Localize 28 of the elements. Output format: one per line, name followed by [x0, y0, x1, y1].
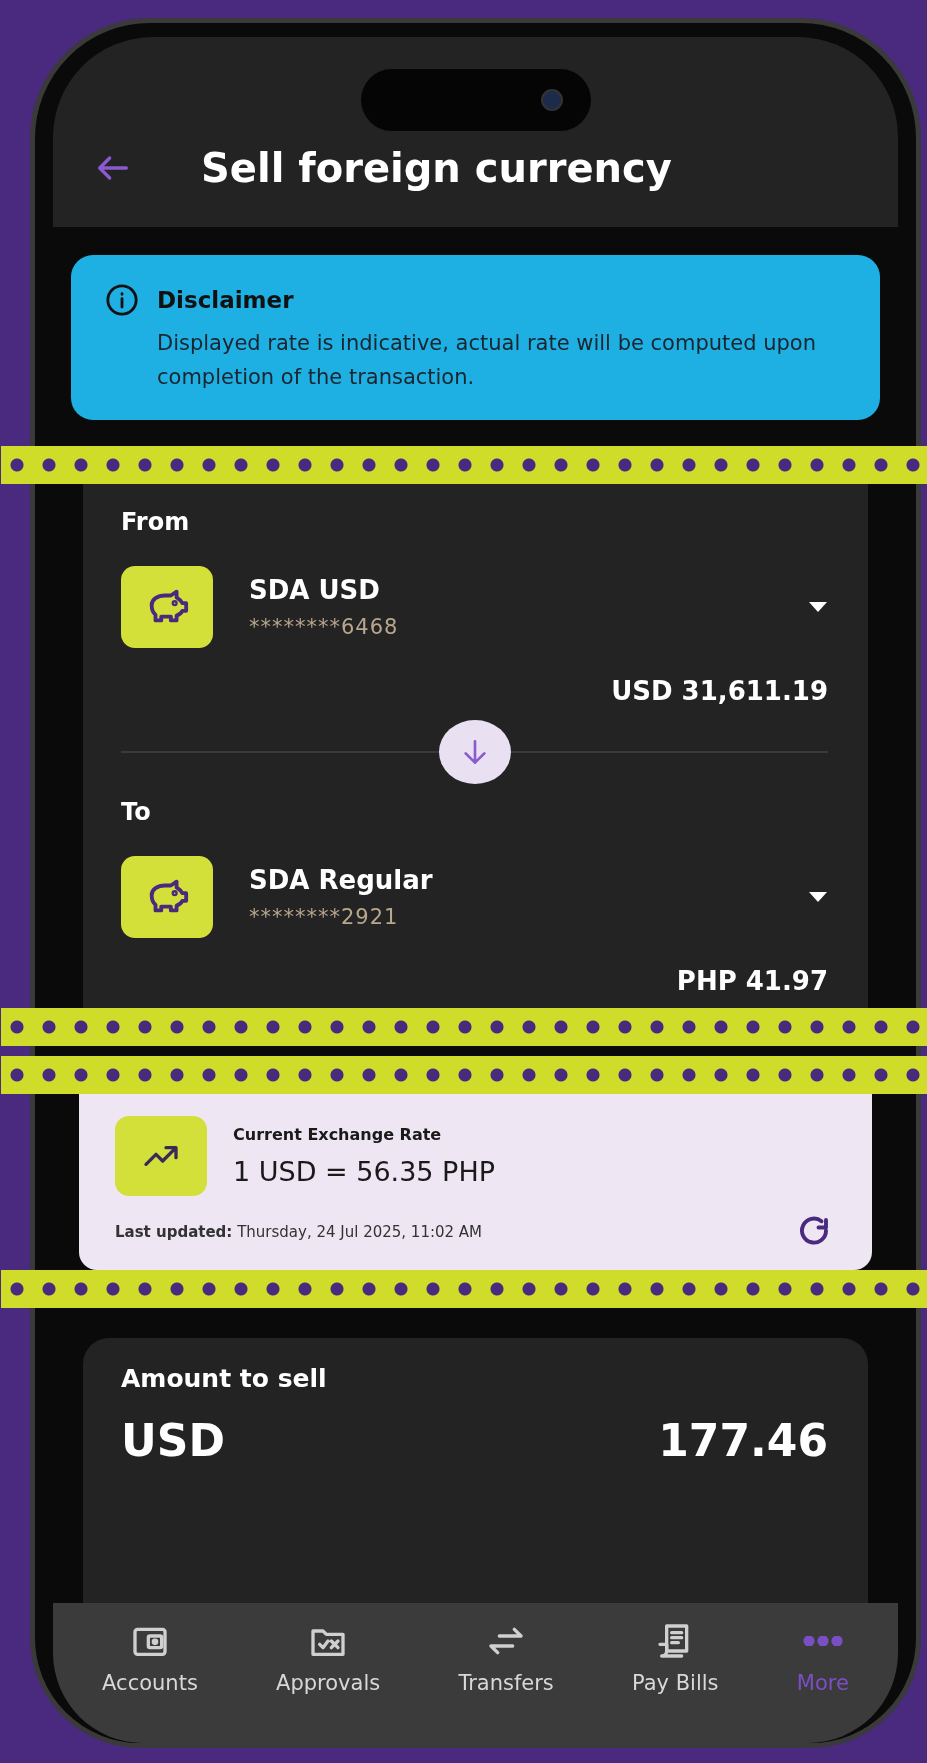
account-number: ********6468	[249, 615, 400, 640]
nav-tab[interactable]: Transfers	[452, 1617, 560, 1699]
rate-label: Current Exchange Rate	[233, 1125, 443, 1145]
section-label: To	[121, 798, 152, 827]
disclaimer-title: Disclaimer	[157, 287, 294, 313]
account-name: SDA USD	[249, 575, 381, 606]
account-name: SDA Regular	[249, 865, 434, 896]
account-balance: USD 31,611.19	[611, 676, 828, 707]
caret-icon	[808, 891, 828, 904]
nav-tab[interactable]: Accounts	[96, 1617, 204, 1699]
account-balance: PHP 41.97	[676, 966, 828, 997]
dropdown-button[interactable]	[808, 601, 828, 614]
camera-icon	[540, 89, 563, 111]
amount-value: 177.46	[658, 1415, 828, 1467]
nav-tab[interactable]: Approvals	[270, 1617, 387, 1699]
page-title: Sell foreign currency	[201, 145, 672, 191]
nav-tab[interactable]: Pay Bills	[626, 1617, 725, 1699]
dropdown-button[interactable]	[808, 891, 828, 904]
account-number: ********2921	[249, 905, 400, 930]
section-label: From	[121, 508, 191, 537]
caret-icon	[808, 601, 828, 614]
disclaimer-text: Displayed rate is indicative, actual rate will be computed upon completion of the transaction.	[157, 330, 817, 391]
rate-value: 1 USD = 56.35 PHP	[233, 1156, 495, 1188]
last-updated-text: Last updated: Thursday, 24 Jul 2025, 11:02 AM	[115, 1223, 483, 1242]
more-icon	[802, 1636, 843, 1646]
info-icon	[105, 283, 139, 317]
amount-currency: USD	[121, 1415, 225, 1467]
amount-label: Amount to sell	[121, 1364, 328, 1394]
